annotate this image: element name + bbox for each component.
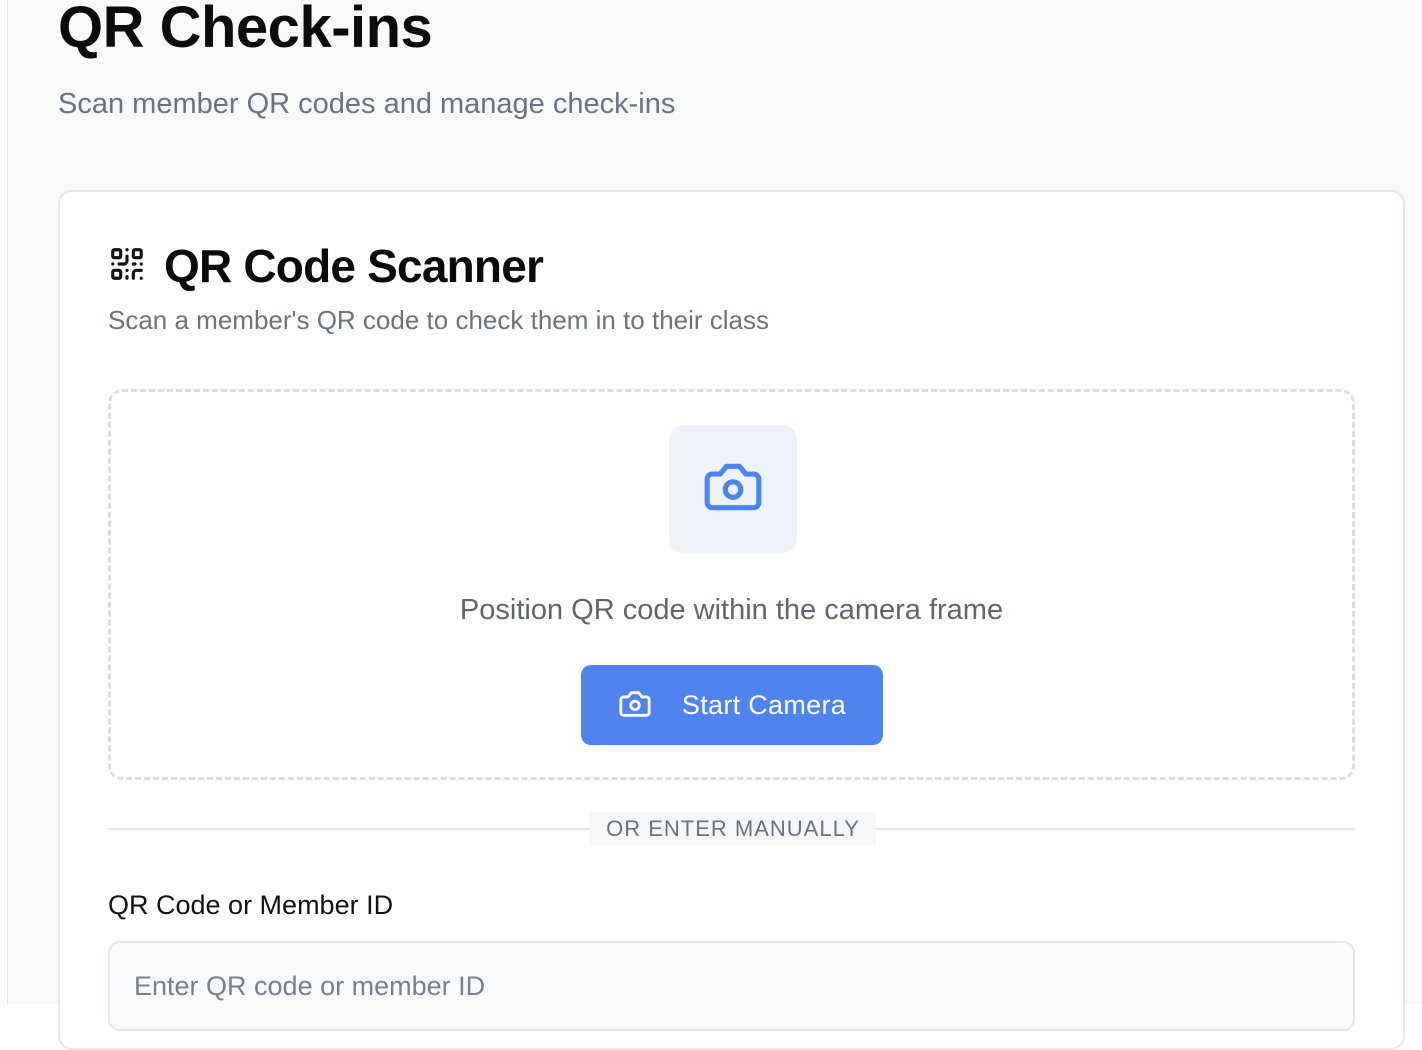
card-description: Scan a member's QR code to check them in… — [108, 305, 770, 335]
qr-scanner-card: QR Code Scanner Scan a member's QR code … — [58, 190, 1405, 1050]
qr-code-icon — [108, 245, 164, 288]
card-title: QR Code Scanner — [164, 240, 544, 292]
start-camera-button[interactable]: Start Camera — [581, 665, 883, 745]
divider-text: OR ENTER MANUALLY — [590, 812, 876, 846]
card-header: QR Code Scanner — [108, 238, 544, 294]
page-container: QR Check-ins Scan member QR codes and ma… — [7, 0, 1422, 1050]
camera-icon — [702, 456, 764, 523]
camera-placeholder — [669, 425, 797, 553]
scan-instruction: Position QR code within the camera frame — [459, 594, 1004, 626]
page-subtitle: Scan member QR codes and manage check-in… — [58, 88, 676, 120]
qr-code-member-id-input[interactable] — [108, 941, 1355, 1031]
camera-scan-area: Position QR code within the camera frame… — [108, 389, 1355, 780]
camera-icon — [618, 687, 682, 724]
manual-entry-label: QR Code or Member ID — [108, 890, 394, 920]
page-title: QR Check-ins — [58, 0, 433, 60]
start-camera-label: Start Camera — [681, 689, 847, 720]
